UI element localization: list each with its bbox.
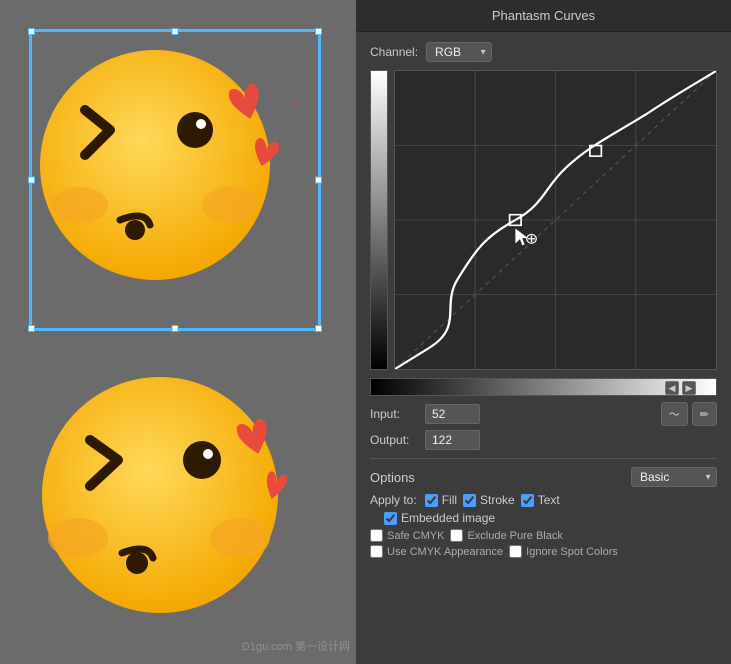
curve-buttons: 〜 ✏ bbox=[661, 402, 717, 426]
appearance-row: Use CMYK Appearance Ignore Spot Colors bbox=[370, 545, 717, 558]
exclude-checkbox-label[interactable]: Exclude Pure Black bbox=[450, 529, 562, 542]
use-cmyk-checkbox-label[interactable]: Use CMYK Appearance bbox=[370, 545, 503, 558]
eyedropper-btn[interactable]: ✏ bbox=[692, 402, 717, 426]
curves-graph[interactable]: ⊕ bbox=[394, 70, 717, 370]
gradient-arrows: ◀ ▶ bbox=[665, 381, 696, 395]
exclude-checkbox[interactable] bbox=[450, 529, 463, 542]
options-header: Options Basic Advanced bbox=[370, 467, 717, 487]
embedded-checkbox[interactable] bbox=[384, 512, 397, 525]
options-section: Options Basic Advanced Apply to: Fill bbox=[370, 458, 717, 561]
fill-label: Fill bbox=[442, 493, 457, 507]
smooth-curve-btn[interactable]: 〜 bbox=[661, 402, 688, 426]
input-label: Input: bbox=[370, 407, 425, 421]
safe-cmyk-checkbox-label[interactable]: Safe CMYK bbox=[370, 529, 444, 542]
eyedropper-icon: ✏ bbox=[700, 408, 709, 421]
curves-svg[interactable]: ⊕ bbox=[395, 71, 716, 369]
output-row: Output: bbox=[370, 430, 717, 450]
use-cmyk-label: Use CMYK Appearance bbox=[387, 546, 503, 558]
apply-to-row: Apply to: Fill Stroke Text bbox=[370, 493, 717, 507]
channel-select-wrapper[interactable]: RGB Red Green Blue bbox=[426, 42, 492, 62]
handle-tm[interactable] bbox=[172, 28, 179, 35]
svg-text:⊕: ⊕ bbox=[525, 231, 538, 247]
fill-checkbox-label[interactable]: Fill bbox=[425, 493, 457, 507]
handle-tr[interactable] bbox=[315, 28, 322, 35]
output-label: Output: bbox=[370, 433, 425, 447]
smooth-icon: 〜 bbox=[669, 406, 680, 422]
handle-bl[interactable] bbox=[28, 325, 35, 332]
emoji-face-svg-bottom bbox=[30, 360, 310, 640]
ignore-spot-checkbox-label[interactable]: Ignore Spot Colors bbox=[509, 545, 618, 558]
arrow-left-btn[interactable]: ◀ bbox=[665, 381, 679, 395]
canvas-area: D1gu.com 第一设计网 bbox=[0, 0, 360, 664]
output-value[interactable] bbox=[425, 430, 480, 450]
handle-bm[interactable] bbox=[172, 325, 179, 332]
handle-tl[interactable] bbox=[28, 28, 35, 35]
selected-emoji-top[interactable] bbox=[30, 30, 320, 330]
apply-to-label: Apply to: bbox=[370, 493, 417, 507]
gradient-bar-bottom: ◀ ▶ bbox=[370, 378, 717, 396]
ignore-spot-label: Ignore Spot Colors bbox=[526, 546, 618, 558]
use-cmyk-checkbox[interactable] bbox=[370, 545, 383, 558]
safe-cmyk-checkbox[interactable] bbox=[370, 529, 383, 542]
handle-ml[interactable] bbox=[28, 177, 35, 184]
arrow-right-btn[interactable]: ▶ bbox=[682, 381, 696, 395]
channel-label: Channel: bbox=[370, 45, 418, 59]
panel-title: Phantasm Curves bbox=[356, 0, 731, 32]
handle-br[interactable] bbox=[315, 325, 322, 332]
embedded-row: Embedded image bbox=[370, 511, 717, 525]
stroke-checkbox-label[interactable]: Stroke bbox=[463, 493, 515, 507]
watermark: D1gu.com 第一设计网 bbox=[242, 638, 350, 654]
embedded-label: Embedded image bbox=[401, 511, 495, 525]
channel-select[interactable]: RGB Red Green Blue bbox=[426, 42, 492, 62]
options-label: Options bbox=[370, 470, 415, 485]
basic-select[interactable]: Basic Advanced bbox=[631, 467, 717, 487]
stroke-checkbox[interactable] bbox=[463, 494, 476, 507]
text-label: Text bbox=[538, 493, 560, 507]
exclude-label: Exclude Pure Black bbox=[467, 530, 562, 542]
fill-checkbox[interactable] bbox=[425, 494, 438, 507]
phantasm-curves-panel: Phantasm Curves Channel: RGB Red Green B… bbox=[356, 0, 731, 664]
gradient-bar-left bbox=[370, 70, 388, 370]
ignore-spot-checkbox[interactable] bbox=[509, 545, 522, 558]
input-value[interactable] bbox=[425, 404, 480, 424]
cmyk-row: Safe CMYK Exclude Pure Black bbox=[370, 529, 717, 542]
channel-row: Channel: RGB Red Green Blue bbox=[370, 42, 717, 62]
text-checkbox-label[interactable]: Text bbox=[521, 493, 560, 507]
emoji-face-svg-top bbox=[35, 35, 295, 305]
basic-select-wrapper[interactable]: Basic Advanced bbox=[631, 467, 717, 487]
emoji-face-bottom[interactable] bbox=[30, 360, 310, 640]
curves-container: ⊕ bbox=[370, 70, 717, 370]
input-row: Input: 〜 ✏ bbox=[370, 402, 717, 426]
text-checkbox[interactable] bbox=[521, 494, 534, 507]
handle-mr[interactable] bbox=[315, 177, 322, 184]
stroke-label: Stroke bbox=[480, 493, 515, 507]
embedded-checkbox-label[interactable]: Embedded image bbox=[384, 511, 495, 525]
safe-cmyk-label: Safe CMYK bbox=[387, 530, 444, 542]
